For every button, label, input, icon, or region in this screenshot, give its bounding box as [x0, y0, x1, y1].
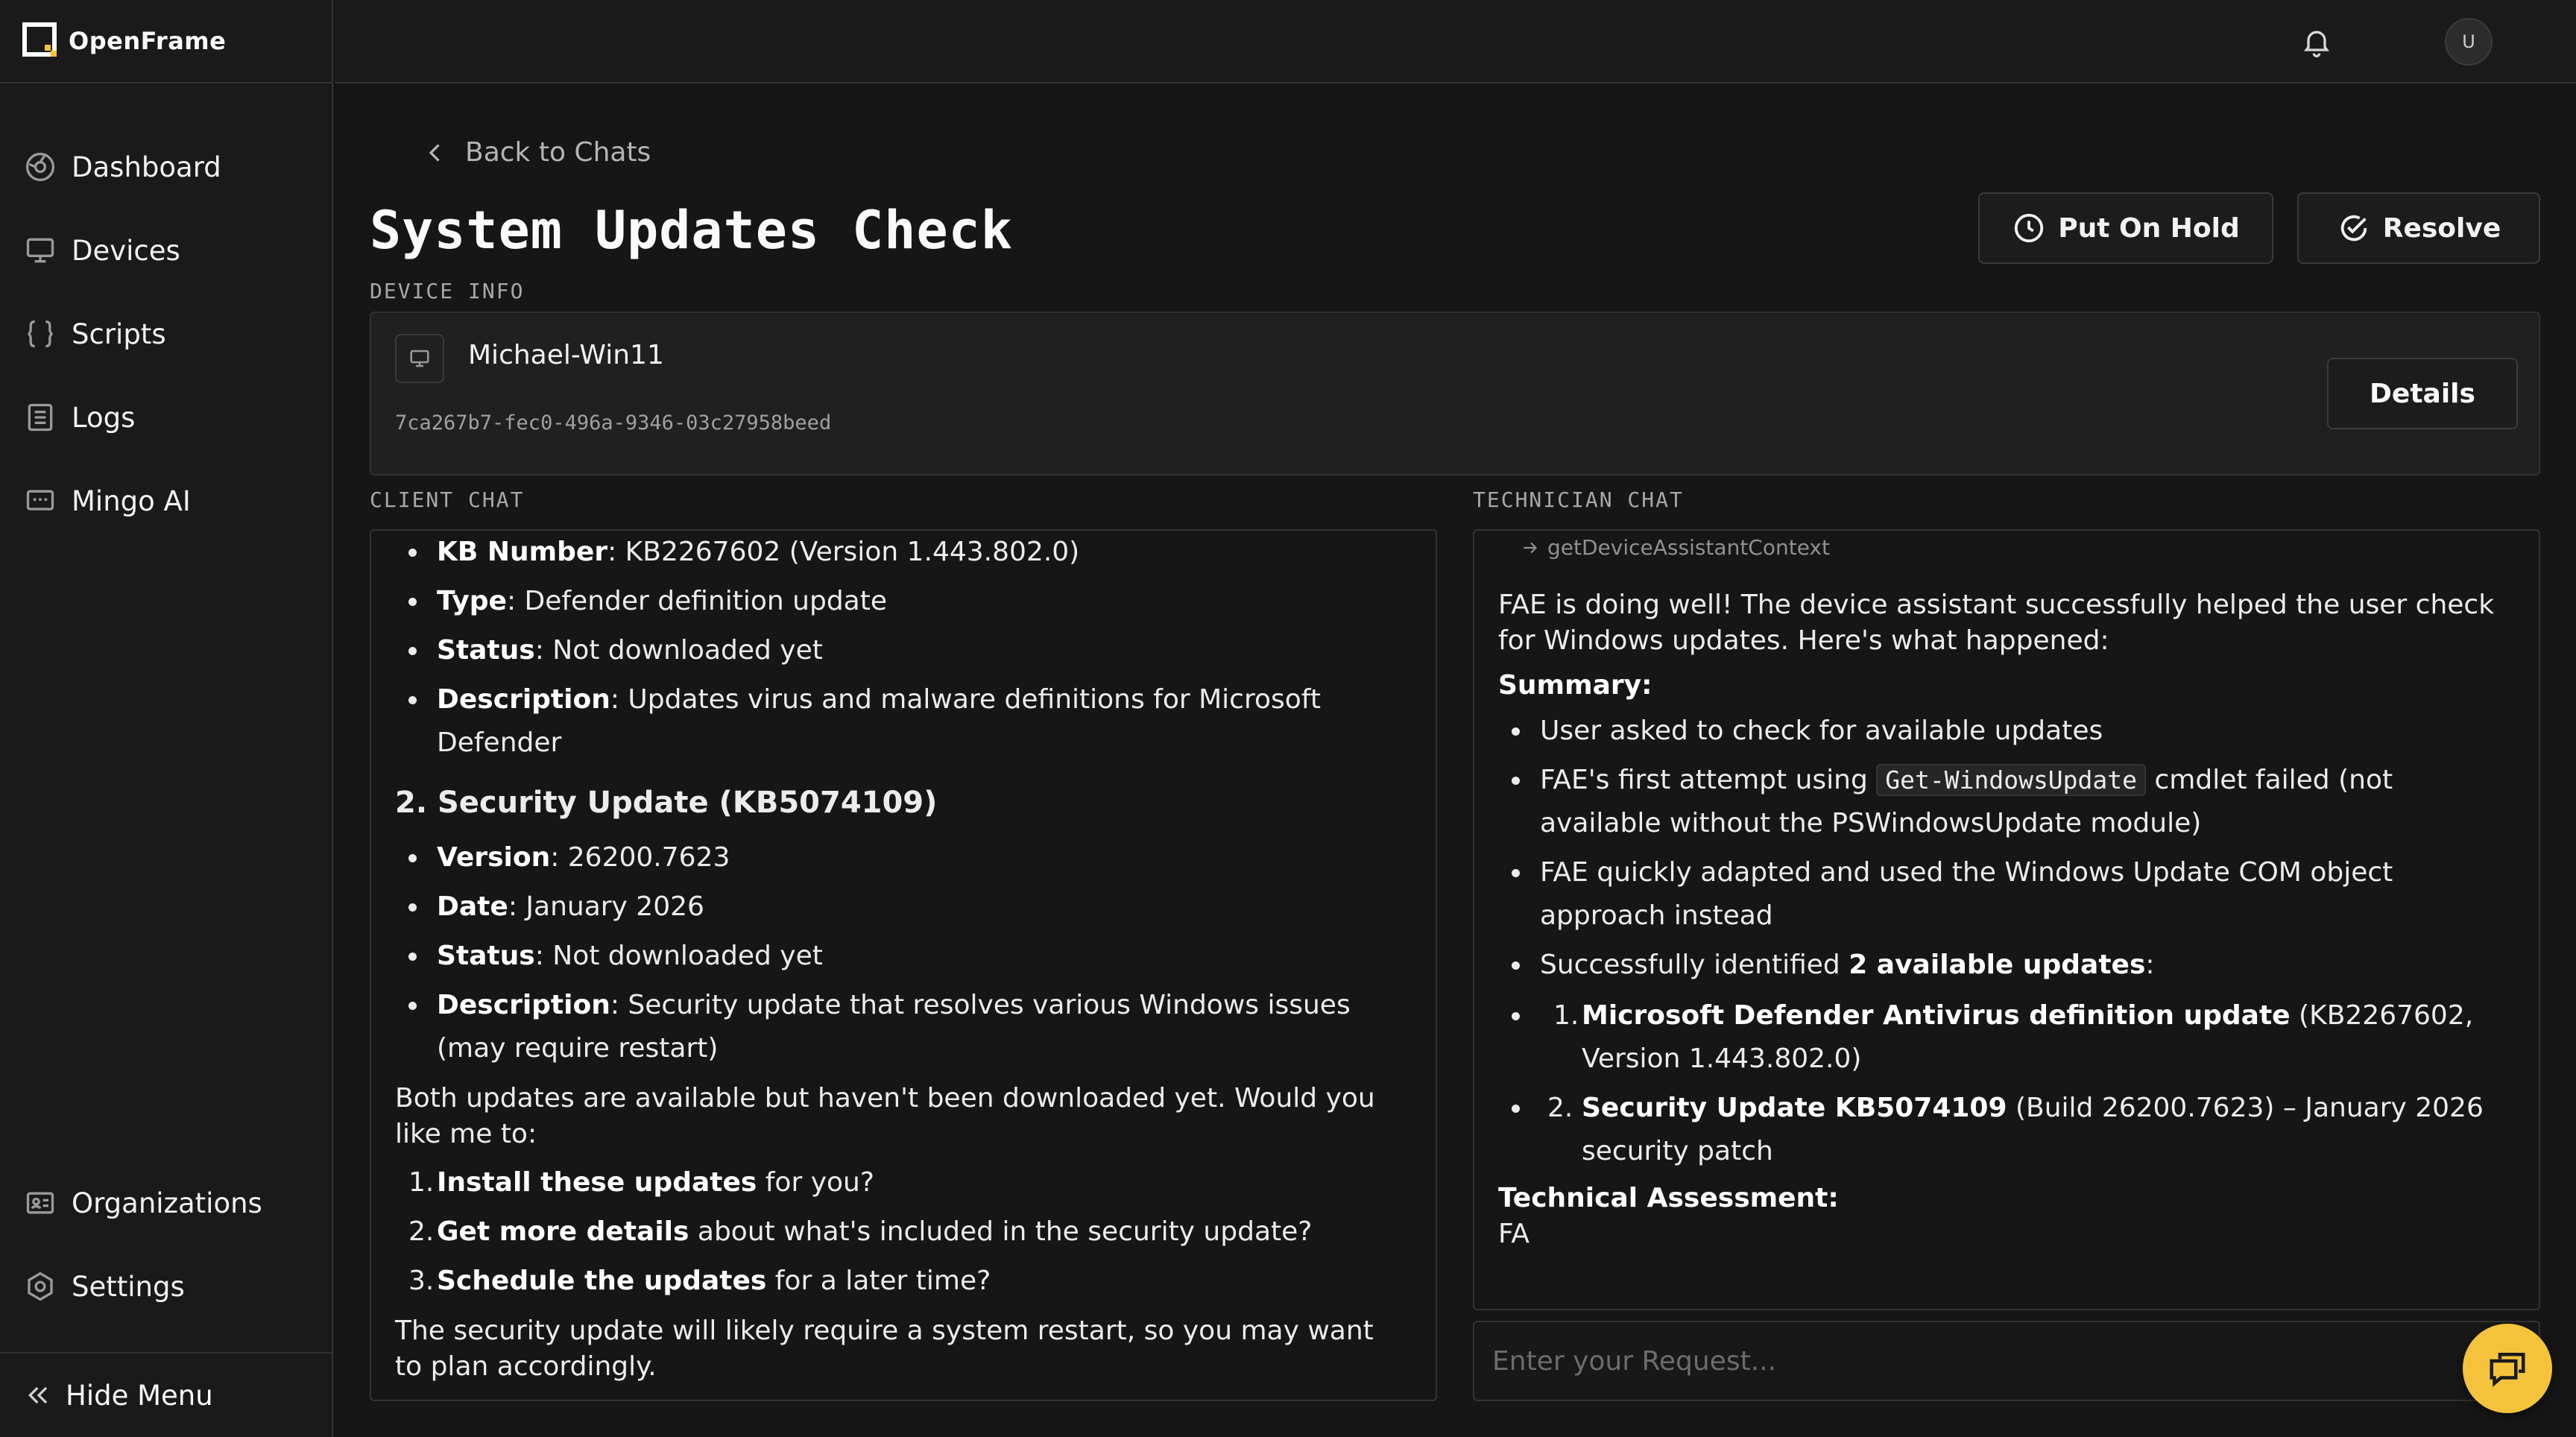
list-item: 1. Install these updates for you?: [408, 1167, 874, 1198]
list-item: KB Number: KB2267602 (Version 1.443.802.…: [395, 531, 1409, 574]
request-input[interactable]: [1474, 1322, 2539, 1400]
id-card-icon: [24, 1187, 57, 1219]
list-item: 2. Security Update KB5074109 (Build 26200…: [1498, 1087, 2512, 1173]
app-name: OpenFrame: [69, 27, 227, 55]
update1-list: KB Number: KB2267602 (Version 1.443.802.…: [395, 531, 1409, 765]
security-update-heading: 2. Security Update (KB5074109): [395, 786, 938, 820]
put-on-hold-label: Put On Hold: [2058, 212, 2240, 244]
device-info-card: Michael-Win11 7ca267b7-fec0-496a-9346-03…: [370, 312, 2540, 476]
inline-code: Get-WindowsUpdate: [1876, 764, 2147, 796]
list-item: Description: Updates virus and malware d…: [395, 678, 1409, 765]
list-item: Successfully identified 2 available upda…: [1498, 944, 2512, 1173]
sidebar-item-dashboard[interactable]: Dashboard: [0, 125, 332, 209]
intro-text: FAE is doing well! The device assistant …: [1498, 590, 2495, 656]
dashboard-icon: [24, 151, 57, 183]
list-item: Status: Not downloaded yet: [395, 629, 1409, 672]
tool-call-label: getDeviceAssistantContext: [1547, 535, 1830, 560]
check-circle-icon: [2337, 211, 2371, 245]
list-item: FAE's first attempt using Get-WindowsUpd…: [1498, 759, 2512, 845]
chat-bubbles-icon: [2485, 1346, 2530, 1391]
sidebar-item-label: Settings: [72, 1270, 185, 1303]
clock-icon: [2012, 211, 2046, 245]
client-chat-panel[interactable]: KB Number: KB2267602 (Version 1.443.802.…: [370, 529, 1437, 1401]
assessment-label: Technical Assessment:: [1498, 1183, 1839, 1213]
top-bar: [335, 0, 2576, 83]
braces-icon: [24, 318, 57, 350]
sidebar-item-devices[interactable]: Devices: [0, 209, 332, 292]
sidebar-item-mingo-ai[interactable]: Mingo AI: [0, 459, 332, 543]
sidebar-item-logs[interactable]: Logs: [0, 376, 332, 459]
sidebar-item-label: Devices: [72, 234, 180, 267]
monitor-icon: [395, 334, 444, 383]
list-item: Date: January 2026: [395, 885, 1409, 929]
device-id: 7ca267b7-fec0-496a-9346-03c27958beed: [395, 411, 832, 435]
sidebar-item-label: Organizations: [72, 1187, 262, 1219]
details-button[interactable]: Details: [2327, 358, 2518, 429]
bell-icon[interactable]: [2300, 25, 2333, 58]
resolve-button[interactable]: Resolve: [2297, 192, 2540, 264]
hide-menu-button[interactable]: Hide Menu: [0, 1352, 332, 1437]
sidebar: OpenFrame Dashboard Devices Scripts Logs: [0, 0, 333, 1437]
list-item: User asked to check for available update…: [1498, 710, 2512, 753]
hide-menu-label: Hide Menu: [66, 1379, 213, 1412]
ai-chat-icon: [24, 484, 57, 517]
openframe-logo-icon: [22, 22, 60, 60]
sidebar-item-scripts[interactable]: Scripts: [0, 292, 332, 376]
tool-call[interactable]: getDeviceAssistantContext: [1521, 535, 1830, 560]
list-item: FAE quickly adapted and used the Windows…: [1498, 851, 2512, 938]
technician-chat-panel[interactable]: getDeviceAssistantContext FAE is doing w…: [1473, 529, 2540, 1310]
gear-icon: [24, 1270, 57, 1303]
summary-list: User asked to check for available update…: [1498, 710, 2512, 1173]
list-item: 1. Microsoft Defender Antivirus definitio…: [1498, 994, 2512, 1081]
assistant-message: KB Number: KB2267602 (Version 1.443.802.…: [395, 531, 1409, 1394]
arrow-right-icon: [1521, 538, 1540, 558]
page-title: System Updates Check: [370, 200, 1013, 261]
list-item: 2. Get more details about what's included…: [408, 1216, 1313, 1247]
summary-label: Summary:: [1498, 670, 1652, 701]
sidebar-item-label: Logs: [72, 401, 136, 434]
sidebar-item-organizations[interactable]: Organizations: [0, 1161, 332, 1245]
client-chat-label: CLIENT CHAT: [370, 487, 525, 512]
monitor-icon: [24, 234, 57, 267]
update2-list: Version: 26200.7623 Date: January 2026 S…: [395, 836, 1409, 1070]
request-input-wrapper: [1473, 1321, 2540, 1401]
sidebar-bottom-nav: Organizations Settings: [0, 1161, 332, 1328]
put-on-hold-button[interactable]: Put On Hold: [1978, 192, 2273, 264]
list-item: Type: Defender definition update: [395, 580, 1409, 623]
back-to-chats-link[interactable]: Back to Chats: [422, 137, 651, 168]
technician-chat-label: TECHNICIAN CHAT: [1473, 487, 1684, 512]
sidebar-item-settings[interactable]: Settings: [0, 1245, 332, 1328]
list-item: Description: Security update that resolv…: [395, 984, 1409, 1070]
back-label: Back to Chats: [465, 137, 651, 168]
question-text: Both updates are available but haven't b…: [395, 1083, 1375, 1149]
device-name: Michael-Win11: [468, 340, 664, 370]
chevron-left-icon: [422, 139, 449, 166]
assistant-message: FAE is doing well! The device assistant …: [1498, 587, 2512, 1252]
avatar[interactable]: U: [2445, 18, 2493, 66]
sidebar-item-label: Mingo AI: [72, 484, 191, 517]
device-info-label: DEVICE INFO: [370, 279, 525, 303]
options-list: 1. Install these updates for you? 2. Get m…: [395, 1161, 1409, 1303]
sidebar-item-label: Dashboard: [72, 151, 221, 183]
double-chevron-left-icon: [24, 1380, 54, 1410]
identified-updates-list: 1. Microsoft Defender Antivirus definitio…: [1498, 994, 2512, 1173]
sidebar-nav: Dashboard Devices Scripts Logs Mingo AI: [0, 125, 332, 543]
sidebar-item-label: Scripts: [72, 318, 166, 350]
logo[interactable]: OpenFrame: [0, 0, 332, 83]
list-item: Status: Not downloaded yet: [395, 935, 1409, 978]
chat-fab-button[interactable]: [2463, 1324, 2552, 1413]
assessment-text: FA: [1498, 1219, 1530, 1249]
resolve-label: Resolve: [2382, 212, 2501, 244]
list-item: Version: 26200.7623: [395, 836, 1409, 879]
log-list-icon: [24, 401, 57, 434]
closing-text: The security update will likely require …: [395, 1316, 1374, 1382]
list-item: 3. Schedule the updates for a later time?: [408, 1266, 991, 1296]
